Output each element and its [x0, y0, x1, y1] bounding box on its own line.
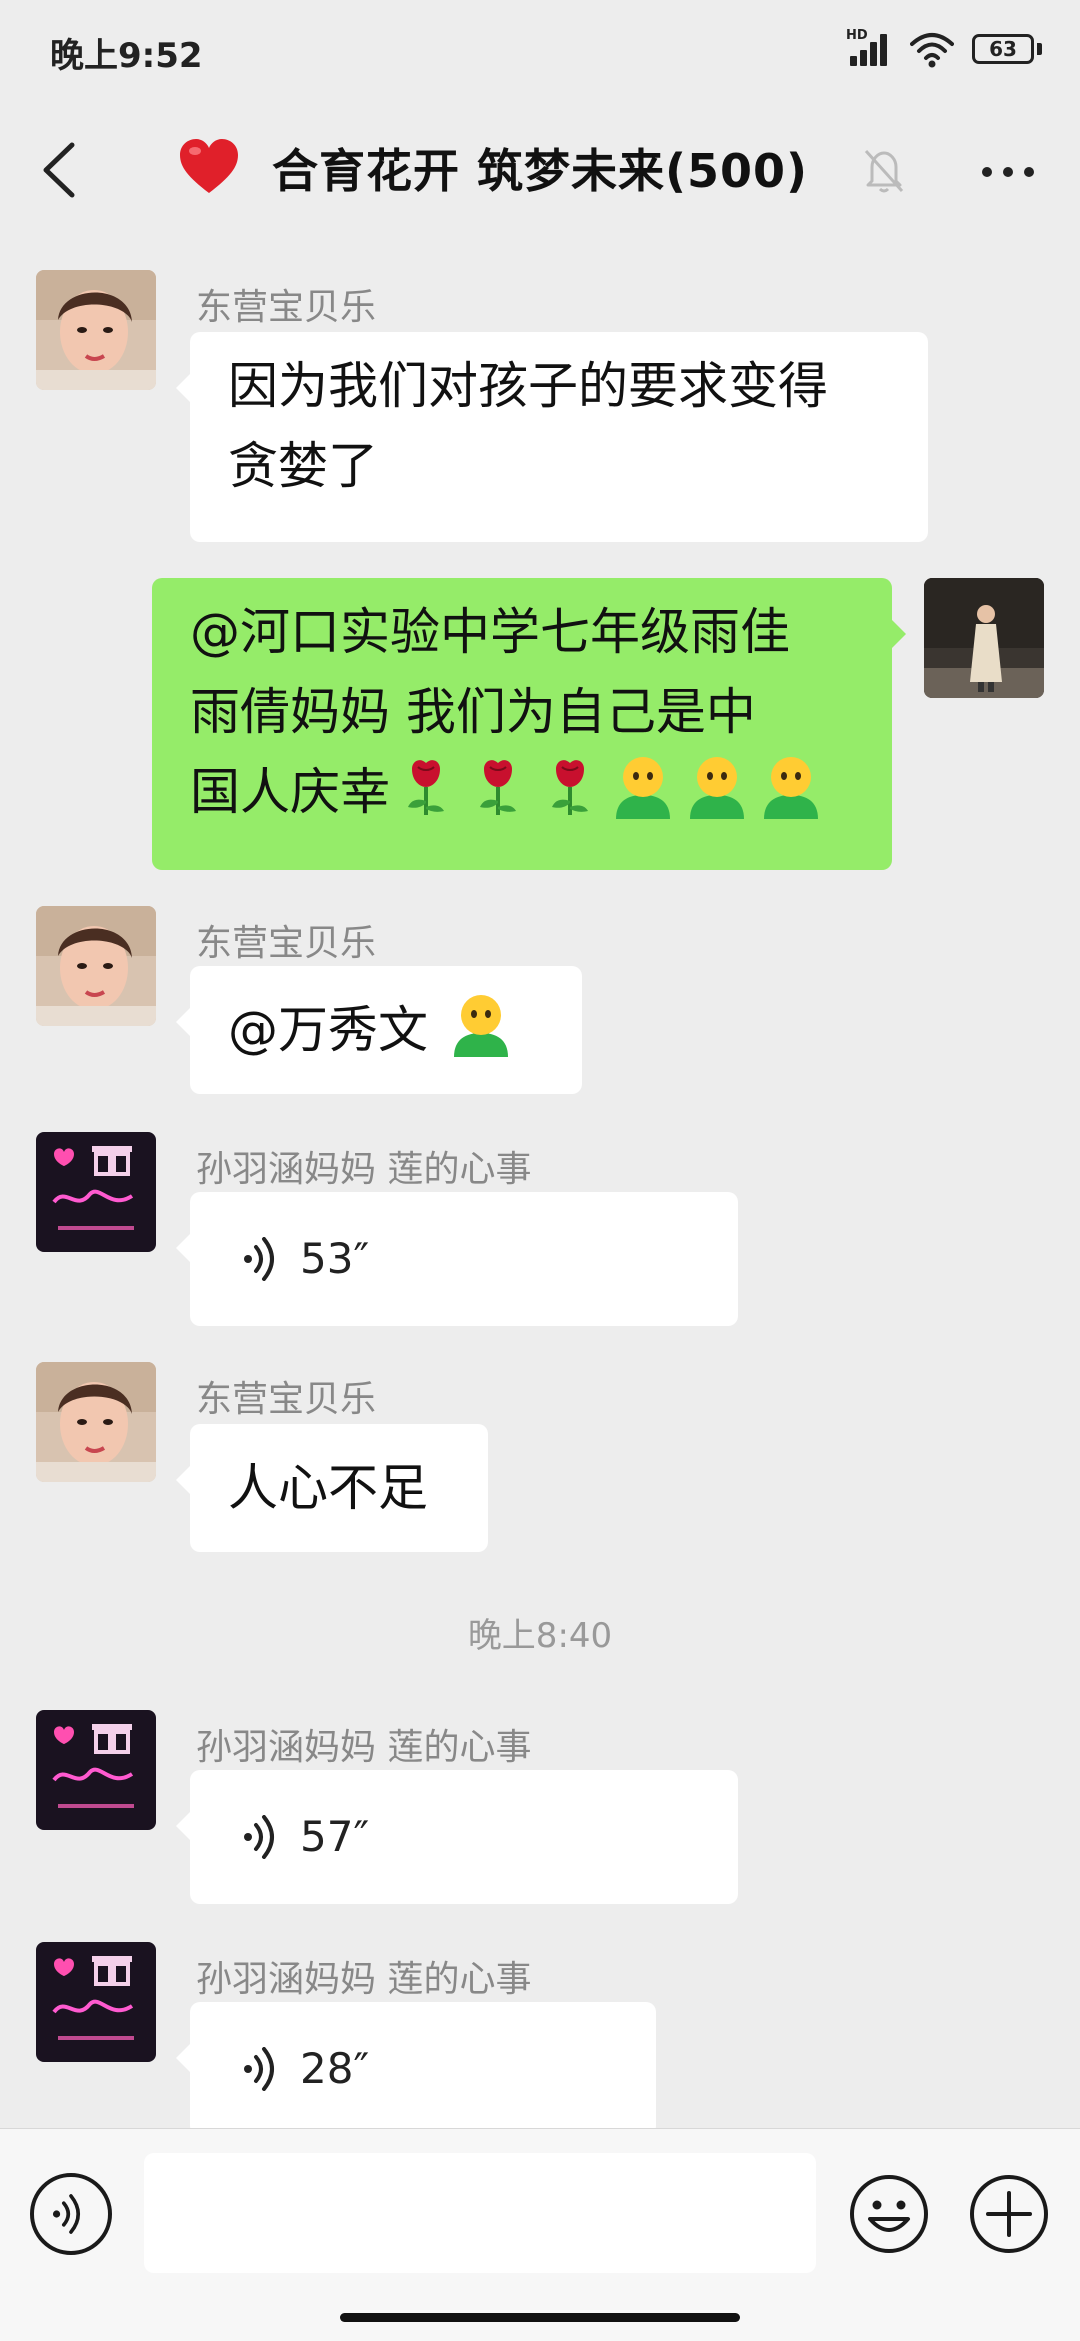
avatar-self[interactable]: [924, 578, 1044, 698]
plus-icon[interactable]: [968, 2173, 1050, 2255]
person-emoji-icon: [690, 757, 744, 819]
message-text: 因为我们对孩子的要求变得: [228, 357, 828, 415]
chat-header: 合育花开 筑梦未来(500): [0, 105, 1080, 235]
message-bubble[interactable]: 因为我们对孩子的要求变得 贪婪了: [176, 332, 928, 542]
rose-emoji-icon: [406, 758, 446, 817]
more-options-button[interactable]: [976, 147, 1040, 193]
sender-name: 东营宝贝乐: [196, 287, 377, 328]
message-text: 国人庆幸: [190, 763, 390, 821]
message-text: 人心不足: [228, 1459, 428, 1517]
person-emoji-icon: [764, 757, 818, 819]
voice-duration: 57″: [300, 1812, 370, 1861]
rose-emoji-icon: [478, 758, 518, 817]
message-bubble-self[interactable]: @河口实验中学七年级雨佳 雨倩妈妈 我们为自己是中 国人庆幸: [152, 578, 906, 870]
voice-input-toggle-icon[interactable]: [30, 2173, 112, 2255]
avatar[interactable]: [36, 906, 156, 1026]
network-type-label: HD: [846, 28, 868, 43]
voice-message-bubble[interactable]: 28″: [176, 2002, 656, 2136]
status-bar: 晚上9:52 HD 63: [0, 0, 1080, 105]
message-input[interactable]: [144, 2153, 816, 2273]
message-text: 雨倩妈妈 我们为自己是中: [190, 683, 756, 741]
cellular-signal-icon: HD: [846, 28, 892, 70]
sender-name: 东营宝贝乐: [196, 923, 377, 964]
rose-emoji-icon: [550, 758, 590, 817]
status-icons: HD 63: [846, 28, 1042, 70]
bell-muted-icon: [864, 149, 904, 193]
message-text: 贪婪了: [228, 437, 378, 495]
message-text: @万秀文: [228, 1001, 444, 1059]
emoji-icon[interactable]: [848, 2173, 930, 2255]
voice-duration: 53″: [300, 1234, 370, 1283]
sender-name: 孙羽涵妈妈 莲的心事: [196, 1149, 532, 1190]
voice-wave-icon: [242, 1815, 274, 1859]
sender-name: 孙羽涵妈妈 莲的心事: [196, 1959, 532, 2000]
avatar[interactable]: [36, 1710, 156, 1830]
message-text: @河口实验中学七年级雨佳: [190, 603, 790, 661]
avatar[interactable]: [36, 1132, 156, 1252]
chat-title[interactable]: 合育花开 筑梦未来(500): [272, 135, 808, 201]
voice-message-bubble[interactable]: 53″: [176, 1192, 738, 1326]
chat-timestamp: 晚上8:40: [467, 1616, 613, 1656]
person-emoji-icon: [616, 757, 670, 819]
avatar[interactable]: [36, 1362, 156, 1482]
home-indicator[interactable]: [340, 2313, 740, 2322]
voice-duration: 28″: [300, 2044, 370, 2093]
voice-message-bubble[interactable]: 57″: [176, 1770, 738, 1904]
voice-wave-icon: [242, 1237, 274, 1281]
message-bubble[interactable]: @万秀文: [176, 966, 582, 1094]
wifi-icon: [910, 33, 954, 68]
avatar[interactable]: [36, 1942, 156, 2062]
voice-wave-icon: [242, 2047, 274, 2091]
message-bubble[interactable]: 人心不足: [176, 1424, 488, 1552]
avatar[interactable]: [36, 270, 156, 390]
battery-icon: 63: [972, 34, 1042, 66]
battery-level: 63: [989, 37, 1017, 61]
back-arrow-icon[interactable]: [30, 137, 90, 203]
status-time: 晚上9:52: [50, 36, 203, 76]
chat-input-bar: [0, 2128, 1080, 2341]
sender-name: 东营宝贝乐: [196, 1379, 377, 1420]
person-emoji-icon: [453, 995, 508, 1057]
heart-icon: [180, 139, 238, 193]
sender-name: 孙羽涵妈妈 莲的心事: [196, 1727, 532, 1768]
